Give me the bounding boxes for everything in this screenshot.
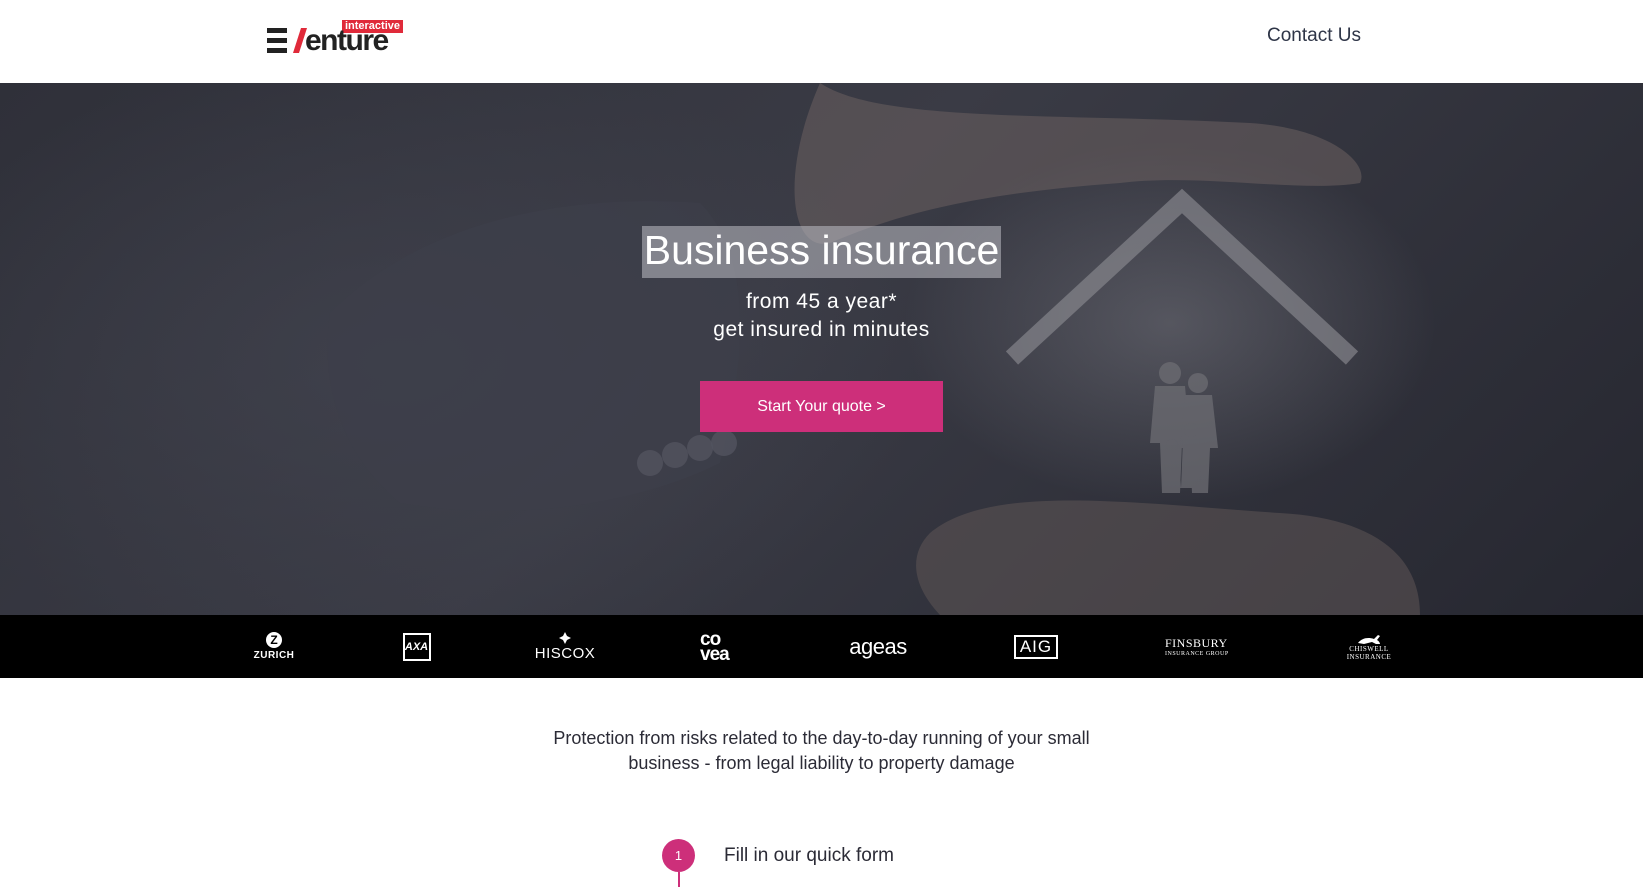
zurich-logo: Z ZURICH (253, 632, 295, 661)
ageas-logo: ageas (849, 633, 907, 659)
logo-mark-icon (267, 28, 307, 53)
contact-us-link[interactable]: Contact Us (1267, 25, 1361, 47)
zurich-mark-icon: Z (266, 632, 282, 648)
hero-title: Business insurance (641, 226, 1002, 278)
covea-logo: co vea (700, 628, 730, 665)
step-connector (678, 872, 680, 887)
hero-background-image (327, 83, 1420, 615)
partner-logos-strip: Z ZURICH AXA HISCOX co vea ageas AIG FIN… (0, 615, 1643, 678)
top-navbar: interactive enture Contact Us (0, 0, 1643, 83)
step-number-badge: 1 (662, 839, 695, 872)
hero-subtitle: from 45 a year* get insured in minutes (0, 288, 1643, 344)
chiswell-logo: CHISWELL INSURANCE (1347, 615, 1391, 678)
axa-logo: AXA (402, 615, 431, 678)
hero-subtitle-price: from 45 a year* (745, 290, 898, 313)
hero-subtitle-tagline: get insured in minutes (713, 318, 930, 341)
hiscox-logo: HISCOX (535, 615, 595, 678)
step-label: Fill in our quick form (724, 845, 894, 866)
intro-description-line1: Protection from risks related to the day… (553, 728, 1090, 748)
hero-banner: Business insurance from 45 a year* get i… (0, 83, 1643, 615)
chiswell-hare-icon (1358, 634, 1380, 644)
brand-logo[interactable]: interactive enture (267, 20, 403, 57)
aig-logo: AIG (1013, 615, 1059, 678)
hiscox-flower-icon (559, 631, 571, 644)
intro-description-line2: business - from legal liability to prope… (628, 753, 1015, 773)
finsbury-logo: FINSBURY INSURANCE GROUP (1165, 636, 1229, 657)
start-quote-button[interactable]: Start Your quote > (700, 381, 943, 432)
logo-wordmark: enture (305, 24, 389, 57)
intro-description: Protection from risks related to the day… (0, 726, 1643, 776)
